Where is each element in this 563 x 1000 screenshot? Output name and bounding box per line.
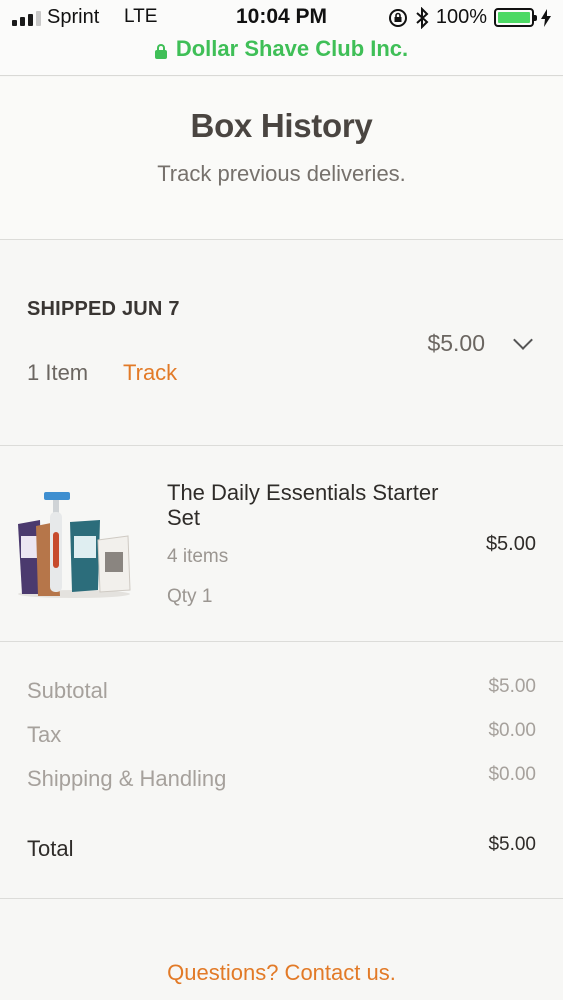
tax-row: Tax $0.00 [27, 720, 536, 752]
product-contents: 4 items [167, 546, 229, 567]
product-line-item: The Daily Essentials Starter Set 4 items… [0, 447, 563, 642]
shipment-item-count: 1 Item [27, 360, 89, 385]
product-name: The Daily Essentials Starter Set [167, 480, 439, 530]
bluetooth-icon [416, 6, 429, 29]
product-price: $5.00 [485, 533, 536, 555]
shipment-status: SHIPPED JUN 7 [27, 298, 180, 320]
browser-address-bar[interactable]: Dollar Shave Club Inc. [0, 36, 563, 76]
battery-icon [494, 8, 537, 27]
page-title: Box History [190, 107, 373, 144]
order-totals: Subtotal $5.00 Tax $0.00 Shipping & Hand… [0, 643, 563, 899]
rotation-lock-icon [388, 8, 407, 27]
site-name[interactable]: Dollar Shave Club Inc. [176, 36, 408, 62]
status-indicators: 100% [388, 6, 551, 29]
subtotal-row: Subtotal $5.00 [27, 676, 536, 708]
shipment-price: $5.00 [427, 330, 485, 356]
tax-label: Tax [27, 722, 62, 747]
charging-icon [541, 8, 551, 27]
tax-value: $0.00 [488, 720, 536, 741]
battery-level [498, 12, 530, 23]
chevron-down-icon[interactable] [513, 330, 533, 350]
shipping-value: $0.00 [488, 764, 536, 785]
product-quantity: Qty 1 [167, 586, 213, 607]
total-row: Total $5.00 [27, 834, 536, 866]
track-link[interactable]: Track [123, 360, 177, 386]
shipping-row: Shipping & Handling $0.00 [27, 764, 536, 796]
total-value: $5.00 [488, 834, 536, 855]
shipment-summary[interactable]: SHIPPED JUN 7 1 Item Track $5.00 [0, 241, 563, 446]
page-header: Box History Track previous deliveries. [0, 77, 563, 240]
page-subtitle: Track previous deliveries. [157, 161, 406, 186]
lock-icon [154, 44, 167, 59]
battery-percent: 100% [435, 6, 487, 28]
shipping-label: Shipping & Handling [27, 766, 227, 791]
subtotal-label: Subtotal [27, 678, 108, 703]
product-image [18, 492, 131, 598]
status-bar: Sprint LTE 10:04 PM 100% [0, 0, 563, 36]
subtotal-value: $5.00 [488, 676, 536, 697]
contact-us-link[interactable]: Questions? Contact us. [0, 960, 563, 986]
total-label: Total [27, 836, 74, 861]
